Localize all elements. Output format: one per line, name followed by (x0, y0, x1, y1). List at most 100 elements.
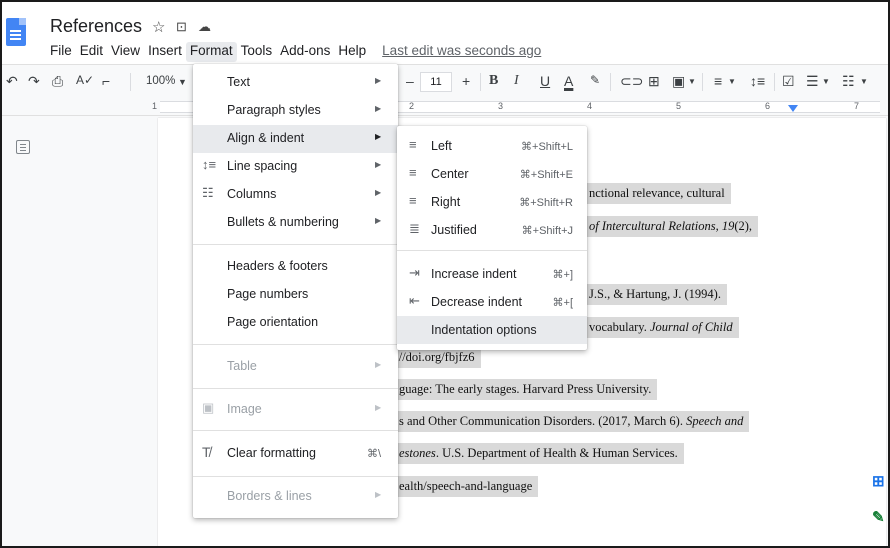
menu-item-table: Table ▶ (227, 359, 382, 373)
toolbar-divider (774, 73, 775, 91)
menu-format[interactable]: Format (185, 42, 237, 62)
last-edit-link[interactable]: Last edit was seconds ago (382, 42, 541, 62)
menu-item-page-numbers[interactable]: Page numbers (193, 281, 398, 309)
menu-divider (193, 476, 398, 477)
document-text-line[interactable]: ealth/speech-and-language (397, 476, 539, 497)
menu-divider (193, 388, 398, 389)
align-left-icon[interactable]: ≡ (714, 73, 722, 89)
ruler-number: 3 (498, 101, 504, 111)
menu-item-page-orientation[interactable]: Page orientation (193, 309, 398, 337)
bulleted-list-icon[interactable]: ☰ (806, 73, 819, 90)
checklist-icon[interactable]: ☑ (782, 73, 795, 90)
add-comment-icon[interactable]: ⊞ (648, 73, 660, 90)
menu-item-columns[interactable]: ☷ Columns ▶ (193, 181, 398, 209)
menu-item-align-indent[interactable]: Align & indent ▶ (193, 125, 398, 153)
document-text-line[interactable]: vocabulary. Journal of Child (587, 317, 739, 338)
highlight-color-icon[interactable]: ✎ (590, 73, 600, 87)
submenu-arrow-icon: ▶ (375, 216, 382, 225)
submenu-item-decrease-indent[interactable]: ⇤ Decrease indent ⌘+[ (397, 288, 587, 316)
numbers-chevron-down-icon[interactable]: ▼ (860, 77, 868, 86)
decrease-indent-icon: ⇤ (409, 293, 420, 308)
increase-indent-icon: ⇥ (409, 265, 420, 280)
submenu-item-align-right[interactable]: ≡ Right ⌘+Shift+R (397, 188, 587, 216)
format-menu: Text ▶ Paragraph styles ▶ Align & indent… (193, 64, 398, 518)
menu-divider (397, 250, 587, 251)
columns-icon: ☷ (202, 185, 214, 200)
add-comment-side-icon[interactable]: ⊞ (872, 472, 885, 490)
submenu-arrow-icon: ▶ (375, 188, 382, 197)
ruler-number: 2 (409, 101, 415, 111)
paint-format-icon[interactable]: ⌐ (102, 73, 110, 89)
image-icon: ▣ (202, 400, 215, 415)
menu-file[interactable]: File (46, 42, 76, 62)
document-text-line[interactable]: J.S., & Hartung, J. (1994). (587, 284, 727, 305)
ruler-number: 5 (676, 101, 682, 111)
menu-help[interactable]: Help (334, 42, 370, 62)
undo-icon[interactable]: ↶ (6, 73, 18, 90)
menu-item-headers-footers[interactable]: Headers & footers (193, 253, 398, 281)
document-text-line[interactable]: p://doi.org/fbjfz6 (387, 347, 481, 368)
font-size-decrease-button[interactable]: – (406, 73, 414, 89)
document-title[interactable]: References (50, 16, 142, 37)
suggest-edits-side-icon[interactable]: ✎ (872, 508, 885, 526)
text-color-button[interactable]: A (564, 73, 573, 89)
print-icon[interactable]: ⎙ (52, 73, 63, 90)
zoom-chevron-down-icon[interactable]: ▼ (178, 77, 187, 87)
insert-link-icon[interactable]: ⊂⊃ (620, 73, 643, 90)
app-window: References ☆ ⊡ ☁ File Edit View Insert F… (0, 0, 890, 548)
menu-item-clear-formatting[interactable]: T̸ Clear formatting ⌘\ (193, 440, 398, 468)
menu-tools[interactable]: Tools (237, 42, 277, 62)
redo-icon[interactable]: ↷ (28, 73, 40, 90)
toolbar: ↶ ↷ ⎙ A✓ ⌐ 100% ▼ – 11 + B I U A ✎ ⊂⊃ ⊞ … (2, 64, 888, 98)
submenu-arrow-icon: ▶ (375, 104, 382, 113)
submenu-item-indentation-options[interactable]: Indentation options (397, 316, 587, 344)
menu-item-paragraph-styles[interactable]: Paragraph styles ▶ (193, 97, 398, 125)
submenu-item-align-left[interactable]: ≡ Left ⌘+Shift+L (397, 132, 587, 160)
menu-edit[interactable]: Edit (76, 42, 107, 62)
font-size-increase-button[interactable]: + (462, 73, 470, 89)
menu-item-line-spacing[interactable]: ↕≡ Line spacing ▶ (193, 153, 398, 181)
toolbar-divider (610, 73, 611, 91)
zoom-select[interactable]: 100% (146, 75, 175, 87)
submenu-arrow-icon: ▶ (375, 76, 382, 85)
indent-marker[interactable] (788, 105, 798, 112)
menu-item-text[interactable]: Text ▶ (193, 69, 398, 97)
bold-button[interactable]: B (489, 73, 498, 89)
align-center-icon: ≡ (409, 165, 417, 180)
font-size-input[interactable]: 11 (420, 72, 452, 92)
line-spacing-icon[interactable]: ↕≡ (750, 73, 765, 89)
submenu-item-align-center[interactable]: ≡ Center ⌘+Shift+E (397, 160, 587, 188)
toolbar-divider (480, 73, 481, 91)
align-left-icon: ≡ (409, 137, 417, 152)
submenu-item-align-justified[interactable]: ≣ Justified ⌘+Shift+J (397, 216, 587, 244)
document-text-line[interactable]: estones. U.S. Department of Health & Hum… (397, 443, 684, 464)
submenu-item-increase-indent[interactable]: ⇥ Increase indent ⌘+] (397, 260, 587, 288)
document-text-line[interactable]: guage: The early stages. Harvard Press U… (397, 379, 658, 400)
menu-divider (193, 344, 398, 345)
cloud-status-icon[interactable]: ☁ (198, 19, 211, 35)
align-justify-icon: ≣ (409, 221, 420, 236)
bullets-chevron-down-icon[interactable]: ▼ (822, 77, 830, 86)
menu-view[interactable]: View (107, 42, 144, 62)
document-text-line[interactable]: of Intercultural Relations, 19(2), (587, 216, 759, 237)
move-folder-icon[interactable]: ⊡ (176, 19, 187, 35)
numbered-list-icon[interactable]: ☷ (842, 73, 855, 90)
underline-button[interactable]: U (540, 73, 550, 89)
document-text-line[interactable]: s and Other Communication Disorders. (20… (397, 411, 750, 432)
docs-logo-icon[interactable] (6, 18, 26, 46)
ruler-number: 7 (854, 101, 860, 111)
menu-insert[interactable]: Insert (144, 42, 186, 62)
italic-button[interactable]: I (514, 73, 519, 89)
star-icon[interactable]: ☆ (152, 18, 165, 36)
image-chevron-down-icon[interactable]: ▼ (688, 77, 696, 86)
insert-image-icon[interactable]: ▣ (672, 73, 685, 90)
menu-item-bullets-numbering[interactable]: Bullets & numbering ▶ (193, 209, 398, 237)
document-text-line[interactable]: nctional relevance, cultural (587, 183, 731, 204)
ruler-number: 4 (587, 101, 593, 111)
align-chevron-down-icon[interactable]: ▼ (728, 77, 736, 86)
document-outline-icon[interactable] (16, 140, 30, 154)
menu-addons[interactable]: Add-ons (276, 42, 334, 62)
spellcheck-icon[interactable]: A✓ (76, 73, 94, 87)
line-spacing-icon: ↕≡ (202, 157, 217, 172)
ruler-number: 6 (765, 101, 771, 111)
